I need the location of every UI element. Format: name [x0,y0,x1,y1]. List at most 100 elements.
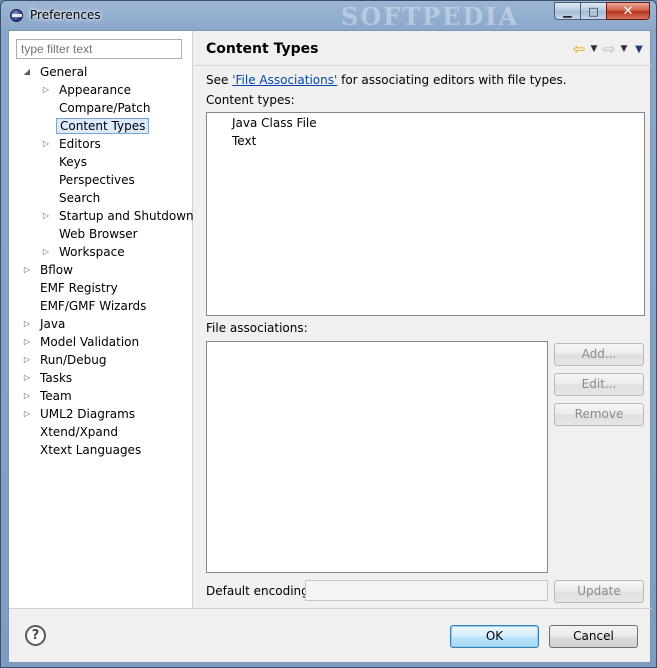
content-type-item[interactable]: Java Class File [232,116,317,130]
title-separator [194,65,652,66]
content-types-page: Content Types ⇦ ▼ ⇨ ▼ ▼ See 'File Associ… [194,31,652,608]
collapsed-twisty-icon[interactable]: ▷ [22,333,32,351]
watermark: SOFTPEDIA [341,2,520,31]
tree-item-label: Content Types [56,118,150,134]
tree-item-label: EMF Registry [40,281,118,295]
tree-item-label: Appearance [59,83,132,97]
content-types-tree[interactable]: Java Class File Text [206,112,645,316]
tree-item[interactable]: EMF/GMF Wizards [9,297,193,315]
tree-item-label: Model Validation [40,335,140,349]
collapsed-twisty-icon[interactable]: ▷ [22,351,32,369]
tree-item-label: Xtext Languages [40,443,142,457]
collapsed-twisty-icon[interactable]: ▷ [22,387,32,405]
collapsed-twisty-icon[interactable]: ▷ [41,81,51,99]
view-menu-icon[interactable]: ▼ [630,44,648,55]
tree-item[interactable]: Compare/Patch [9,99,193,117]
tree-item-label: Team [40,389,72,403]
tree-item[interactable]: ▷ Run/Debug [9,351,193,369]
tree-item[interactable]: ▷ Workspace [9,243,193,261]
tree-item-label: Startup and Shutdown [59,209,194,223]
minimize-icon: ▁ [563,4,572,18]
collapsed-twisty-icon[interactable]: ▷ [22,315,32,333]
preferences-sidebar: ◢ General ▷ Appearance Compare/Patch Content … [9,31,194,608]
tree-item-label: Workspace [59,245,125,259]
tree-item[interactable]: Xtend/Xpand [9,423,193,441]
file-associations-link[interactable]: 'File Associations' [232,73,337,87]
edit-button[interactable]: Edit... [554,373,644,396]
hint-prefix: See [206,73,233,87]
button-bar-separator [9,608,652,609]
forward-arrow-icon[interactable]: ⇨ [600,40,618,58]
maximize-icon: □ [588,4,599,18]
page-navigation: ⇦ ▼ ⇨ ▼ ▼ [570,40,648,58]
default-encoding-field[interactable] [305,580,548,601]
file-associations-hint: See 'File Associations' for associating … [206,73,567,87]
tree-item-label: Xtend/Xpand [40,425,118,439]
tree-item[interactable]: ◢ General [9,63,193,81]
hint-suffix: for associating editors with file types. [337,73,567,87]
tree-item[interactable]: EMF Registry [9,279,193,297]
tree-item[interactable]: Perspectives [9,171,193,189]
default-encoding-label: Default encoding: [206,584,313,598]
back-arrow-icon[interactable]: ⇦ [570,40,588,58]
tree-item[interactable]: Xtext Languages [9,441,193,459]
close-icon: ✕ [622,3,634,19]
tree-item[interactable]: Content Types [9,117,193,135]
tree-item-label: Keys [59,155,88,169]
help-icon[interactable]: ? [25,625,46,646]
update-button[interactable]: Update [554,580,644,603]
collapsed-twisty-icon[interactable]: ▷ [41,207,51,225]
eclipse-icon [10,9,23,22]
preferences-window: Preferences SOFTPEDIA ▁ □ ✕ ◢ General ▷ App… [0,0,657,668]
remove-button[interactable]: Remove [554,403,644,426]
forward-history-dropdown-icon[interactable]: ▼ [618,44,630,54]
tree-item[interactable]: Keys [9,153,193,171]
tree-item[interactable]: ▷ Model Validation [9,333,193,351]
tree-item[interactable]: Web Browser [9,225,193,243]
collapsed-twisty-icon[interactable]: ▷ [22,369,32,387]
collapsed-twisty-icon[interactable]: ▷ [41,135,51,153]
tree-item-label: Run/Debug [40,353,107,367]
tree-item[interactable]: ▷ Team [9,387,193,405]
tree-item-label: Tasks [40,371,73,385]
cancel-button[interactable]: Cancel [549,625,638,648]
tree-item[interactable]: ▷ Editors [9,135,193,153]
minimize-button[interactable]: ▁ [554,2,581,20]
expanded-twisty-icon[interactable]: ◢ [22,63,32,81]
tree-item-label: Editors [59,137,101,151]
filter-input[interactable] [16,39,182,59]
collapsed-twisty-icon[interactable]: ▷ [22,405,32,423]
collapsed-twisty-icon[interactable]: ▷ [41,243,51,261]
tree-item-label: General [40,65,88,79]
collapsed-twisty-icon[interactable]: ▷ [22,261,32,279]
window-title: Preferences [30,8,101,22]
file-associations-list[interactable] [206,341,548,573]
tree-item-label: Bflow [40,263,73,277]
maximize-button[interactable]: □ [580,2,607,20]
tree-item-label: UML2 Diagrams [40,407,136,421]
back-history-dropdown-icon[interactable]: ▼ [588,44,600,54]
tree-item[interactable]: ▷ UML2 Diagrams [9,405,193,423]
file-associations-label: File associations: [206,321,308,335]
tree-item[interactable]: ▷ Startup and Shutdown [9,207,194,225]
add-button[interactable]: Add... [554,343,644,366]
page-title: Content Types [206,41,319,57]
dialog-body: ◢ General ▷ Appearance Compare/Patch Content … [8,30,652,663]
tree-item-label: Compare/Patch [59,101,151,115]
title-bar[interactable]: Preferences SOFTPEDIA ▁ □ ✕ [1,1,656,31]
tree-item-label: Search [59,191,101,205]
content-type-item[interactable]: Text [232,134,256,148]
tree-item-label: Web Browser [59,227,138,241]
content-types-label: Content types: [206,93,295,107]
tree-item-label: Java [40,317,66,331]
tree-item[interactable]: ▷ Java [9,315,193,333]
tree-item[interactable]: ▷ Bflow [9,261,193,279]
tree-item[interactable]: ▷ Tasks [9,369,193,387]
close-button[interactable]: ✕ [606,2,650,20]
tree-item-label: Perspectives [59,173,135,187]
preferences-tree: ◢ General ▷ Appearance Compare/Patch Content … [9,63,194,459]
tree-item[interactable]: Search [9,189,193,207]
tree-item-label: EMF/GMF Wizards [40,299,147,313]
ok-button[interactable]: OK [450,625,539,648]
tree-item[interactable]: ▷ Appearance [9,81,193,99]
